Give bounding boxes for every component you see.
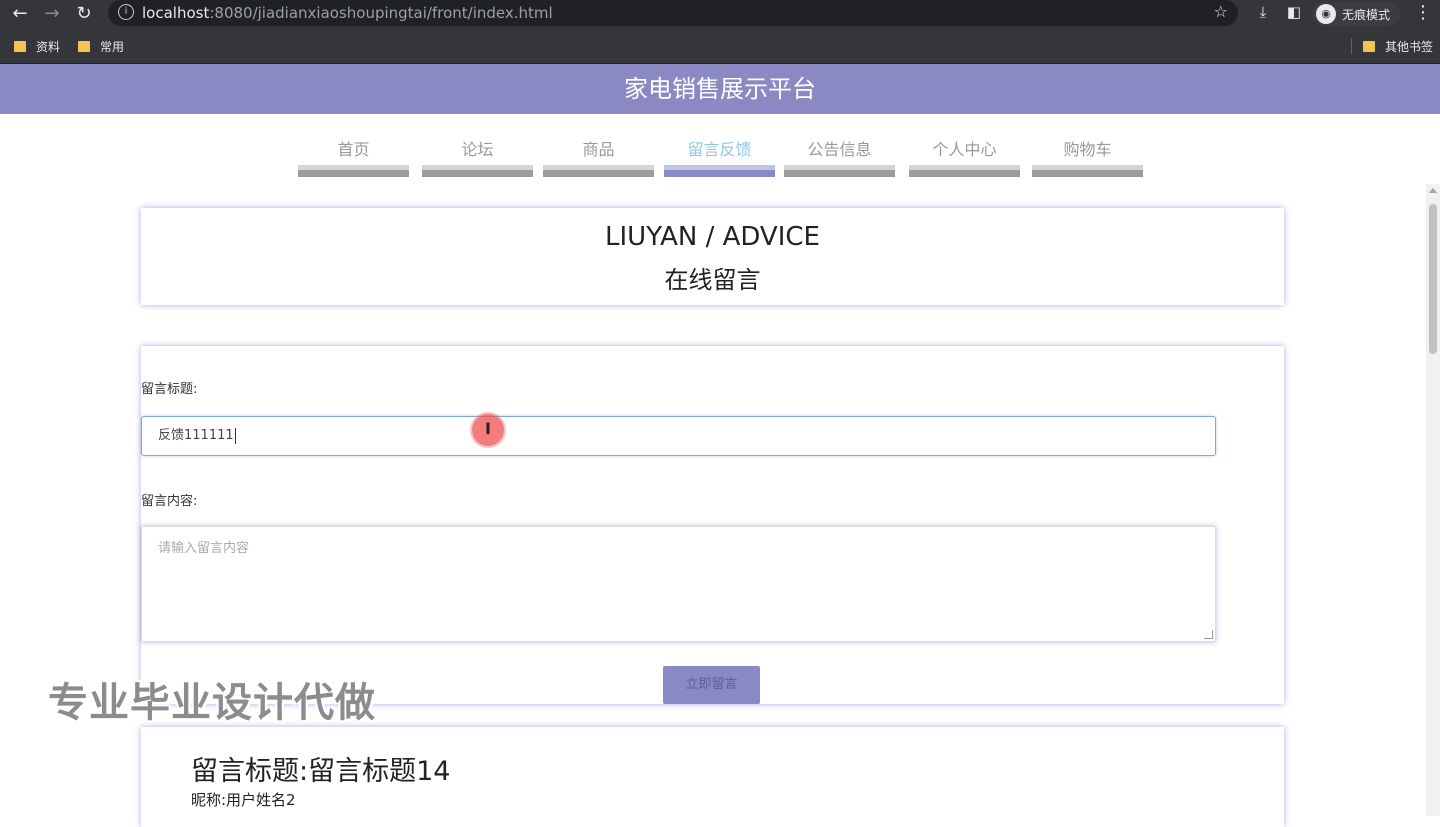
other-bookmarks-label: 其他书签 — [1385, 40, 1434, 54]
scroll-thumb[interactable] — [1429, 204, 1437, 354]
content-textarea[interactable]: 请输入留言内容 — [141, 526, 1216, 642]
nav-label: 个人中心 — [932, 140, 997, 159]
browser-menu-icon[interactable]: ⋮ — [1414, 2, 1432, 23]
back-icon[interactable]: ← — [8, 2, 32, 26]
mouse-cursor-highlight: I — [472, 414, 504, 446]
feedback-form: 留言标题: 反馈111111 留言内容: 请输入留言内容 立即留言 — [141, 346, 1284, 704]
nav-underline — [543, 165, 654, 177]
bookmark-folder-ziliao[interactable]: 资料 — [14, 38, 60, 55]
folder-icon — [78, 41, 90, 52]
folder-icon — [14, 41, 26, 52]
message-list-item: 留言标题:留言标题14 昵称:用户姓名2 — [141, 727, 1284, 827]
other-bookmarks[interactable]: 其他书签 — [1363, 38, 1433, 55]
nav-underline — [298, 165, 409, 177]
side-panel-icon[interactable]: ◧ — [1283, 3, 1305, 21]
section-heading-card: LIUYAN / ADVICE 在线留言 — [141, 208, 1284, 305]
forward-icon[interactable]: → — [40, 2, 64, 26]
nav-label: 留言反馈 — [687, 140, 752, 159]
browser-toolbar: ← → ↻ i localhost:8080/jiadianxiaoshoupi… — [0, 0, 1440, 28]
nav-item-forum[interactable]: 论坛 — [422, 114, 533, 178]
message-title: 留言标题:留言标题14 — [191, 756, 451, 787]
site-info-icon[interactable]: i — [118, 4, 134, 20]
text-cursor-icon: I — [485, 419, 491, 438]
incognito-icon: ◉ — [1316, 4, 1336, 24]
nav-label: 论坛 — [461, 140, 494, 159]
reload-icon[interactable]: ↻ — [72, 2, 96, 26]
watermark-overlay: 专业毕业设计代做 — [48, 680, 376, 726]
page-scrollbar[interactable] — [1426, 184, 1440, 816]
bookmark-star-icon[interactable]: ☆ — [1214, 2, 1228, 21]
text-caret — [234, 427, 236, 444]
bookmark-folder-changyong[interactable]: 常用 — [78, 38, 124, 55]
content-field-label: 留言内容: — [141, 494, 198, 509]
nav-label: 首页 — [337, 140, 370, 159]
nav-underline — [909, 165, 1020, 177]
nav-label: 商品 — [582, 140, 615, 159]
bookmarks-divider — [1351, 38, 1352, 54]
site-title: 家电销售展示平台 — [0, 64, 1440, 114]
nav-label: 公告信息 — [807, 140, 872, 159]
incognito-label: 无痕模式 — [1342, 7, 1391, 22]
title-input-value: 反馈111111 — [158, 428, 234, 443]
address-bar[interactable]: i localhost:8080/jiadianxiaoshoupingtai/… — [108, 0, 1238, 26]
nav-underline — [422, 165, 533, 177]
nav-item-notices[interactable]: 公告信息 — [784, 114, 895, 178]
nav-label: 购物车 — [1063, 140, 1112, 159]
main-nav: 首页 论坛 商品 留言反馈 公告信息 个人中心 购物车 — [0, 114, 1440, 184]
nav-underline — [784, 165, 895, 177]
scroll-up-arrow-icon[interactable] — [1429, 188, 1437, 193]
nav-underline — [1032, 165, 1143, 177]
nav-item-feedback[interactable]: 留言反馈 — [664, 114, 775, 178]
url-text: localhost:8080/jiadianxiaoshoupingtai/fr… — [142, 4, 553, 22]
folder-icon — [1363, 41, 1375, 52]
nav-item-products[interactable]: 商品 — [543, 114, 654, 178]
bookmark-label: 资料 — [36, 40, 61, 54]
nav-item-profile[interactable]: 个人中心 — [909, 114, 1020, 178]
bookmark-label: 常用 — [100, 40, 125, 54]
nav-underline — [664, 165, 775, 177]
nav-item-cart[interactable]: 购物车 — [1032, 114, 1143, 178]
incognito-badge[interactable]: ◉ 无痕模式 — [1312, 2, 1401, 26]
bookmarks-bar: 资料 常用 其他书签 — [0, 28, 1440, 64]
title-input[interactable]: 反馈111111 — [141, 416, 1216, 456]
nav-item-home[interactable]: 首页 — [298, 114, 409, 178]
title-field-label: 留言标题: — [141, 382, 198, 397]
content-placeholder: 请输入留言内容 — [158, 541, 250, 556]
download-icon[interactable]: ⤓ — [1252, 3, 1274, 21]
section-title-cn: 在线留言 — [664, 266, 761, 294]
message-nickname: 昵称:用户姓名2 — [191, 791, 296, 809]
section-title-en: LIUYAN / ADVICE — [605, 222, 820, 252]
submit-button[interactable]: 立即留言 — [663, 666, 760, 704]
resize-handle-icon[interactable] — [1204, 630, 1213, 639]
